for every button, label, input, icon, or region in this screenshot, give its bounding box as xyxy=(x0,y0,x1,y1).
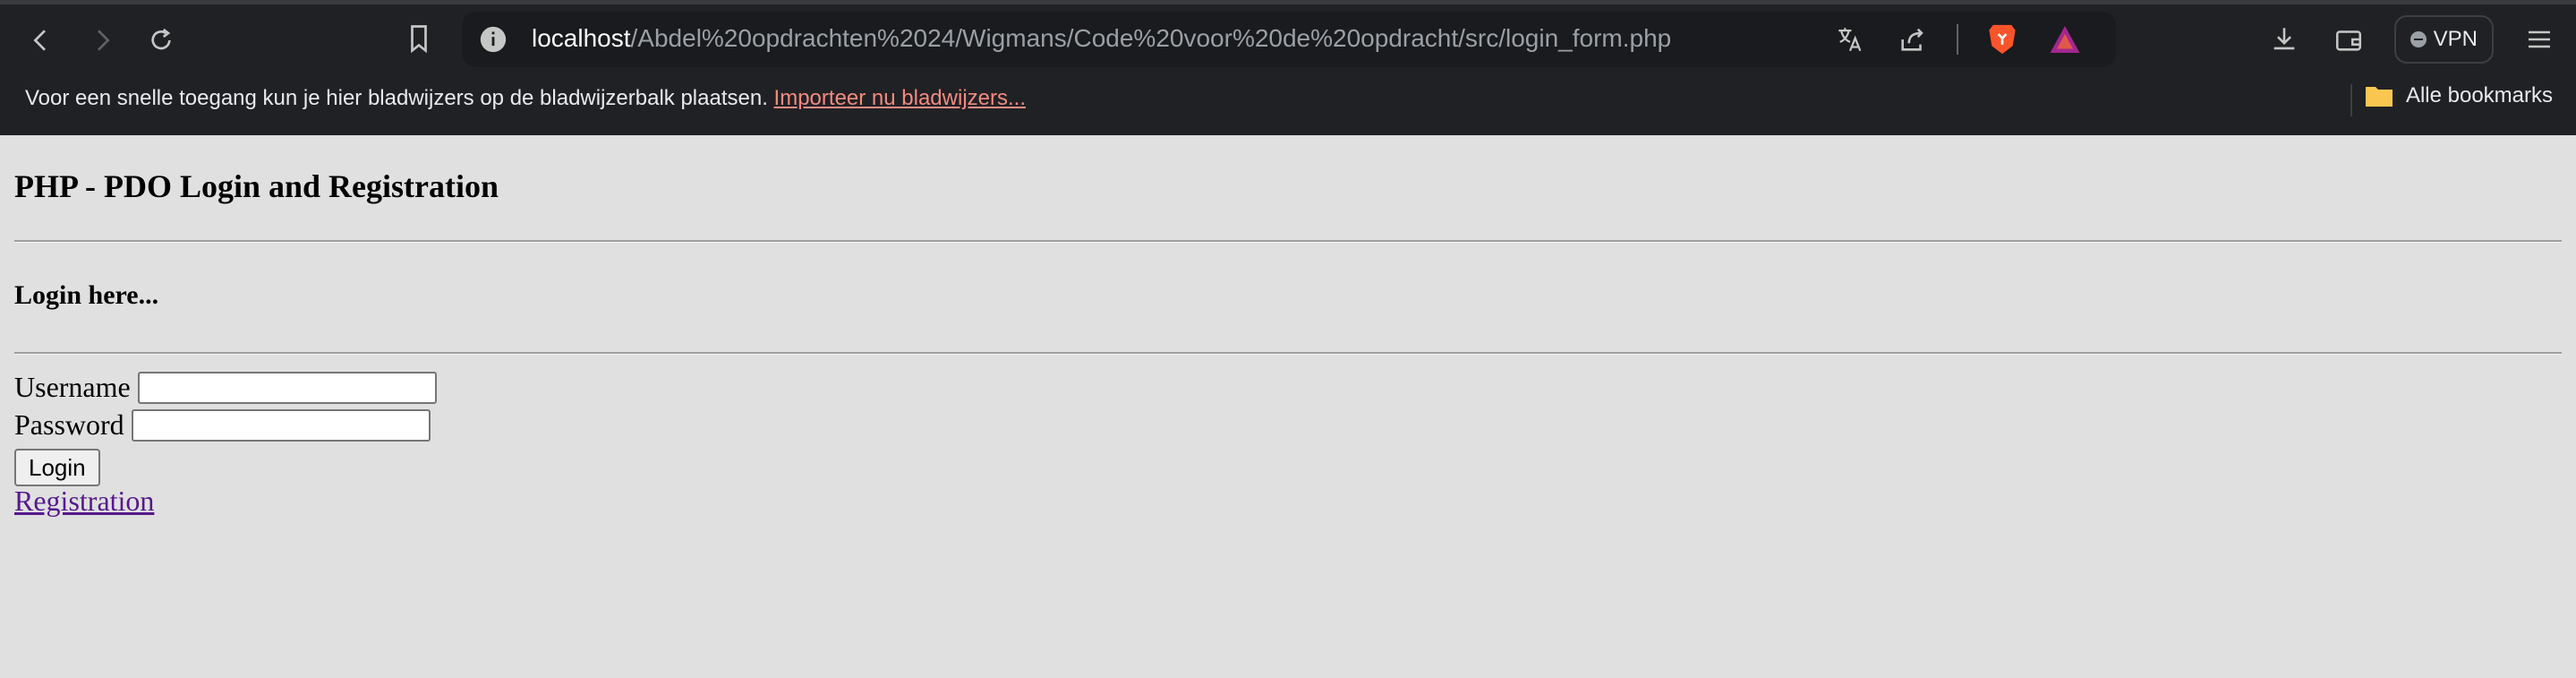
bookmarks-bar-text: Voor een snelle toegang kun je hier blad… xyxy=(25,86,768,110)
bookmarks-bar-message: Voor een snelle toegang kun je hier blad… xyxy=(25,86,1026,111)
main-menu-button[interactable] xyxy=(2521,21,2558,58)
reload-icon xyxy=(151,28,171,50)
all-bookmarks-button[interactable]: Alle bookmarks xyxy=(2365,83,2553,108)
password-row: Password xyxy=(14,408,431,442)
vpn-label: VPN xyxy=(2433,27,2478,51)
download-icon xyxy=(2273,28,2294,50)
bookmarks-divider xyxy=(2350,84,2352,116)
wallet-icon xyxy=(2335,30,2361,51)
share-button[interactable] xyxy=(1894,21,1932,58)
forward-button[interactable] xyxy=(75,13,129,67)
forward-icon xyxy=(98,30,110,51)
translate-icon xyxy=(1838,28,1862,52)
downloads-button[interactable] xyxy=(2265,21,2303,58)
all-bookmarks-label: Alle bookmarks xyxy=(2405,83,2553,107)
back-icon xyxy=(33,30,46,51)
brave-shield-icon xyxy=(1989,24,2016,55)
brave-rewards-button[interactable] xyxy=(2046,21,2084,58)
login-heading: Login here... xyxy=(14,280,159,310)
page-content: PHP - PDO Login and Registration Login h… xyxy=(0,135,2576,678)
info-icon[interactable] xyxy=(478,24,508,55)
menu-icon xyxy=(2529,30,2550,48)
share-icon xyxy=(1901,28,1923,51)
browser-chrome: localhost/Abdel%20opdrachten%2024/Wigman… xyxy=(0,0,2576,135)
reload-button[interactable] xyxy=(134,13,188,67)
toolbar-right: VPN xyxy=(2265,12,2576,67)
registration-link[interactable]: Registration xyxy=(14,485,154,518)
address-bar[interactable]: localhost/Abdel%20opdrachten%2024/Wigman… xyxy=(411,12,2116,67)
brave-rewards-icon xyxy=(2050,26,2080,53)
username-label: Username xyxy=(14,371,131,403)
password-label: Password xyxy=(14,408,124,441)
bookmark-button[interactable] xyxy=(403,22,435,59)
import-bookmarks-link[interactable]: Importeer nu bladwijzers... xyxy=(774,86,1026,110)
url-text[interactable]: localhost/Abdel%20opdrachten%2024/Wigman… xyxy=(532,24,1671,53)
translate-button[interactable] xyxy=(1831,21,1869,58)
wallet-button[interactable] xyxy=(2330,21,2367,58)
window-top-edge xyxy=(0,0,2576,4)
password-input[interactable] xyxy=(131,408,431,442)
brave-shields-button[interactable] xyxy=(1983,21,2021,58)
vpn-status-icon xyxy=(2410,31,2427,47)
bookmark-icon xyxy=(411,25,427,54)
divider xyxy=(1957,24,1958,55)
url-host: localhost xyxy=(532,24,631,52)
page-title: PHP - PDO Login and Registration xyxy=(14,168,499,204)
divider-bottom xyxy=(14,352,2562,355)
username-input[interactable] xyxy=(137,371,437,404)
address-bar-actions xyxy=(1831,21,2084,58)
browser-toolbar: localhost/Abdel%20opdrachten%2024/Wigman… xyxy=(0,9,2576,72)
username-row: Username xyxy=(14,371,437,404)
url-path: /Abdel%20opdrachten%2024/Wigmans/Code%20… xyxy=(630,24,1672,52)
vpn-button[interactable]: VPN xyxy=(2393,15,2494,64)
back-button[interactable] xyxy=(14,13,68,67)
divider-top xyxy=(14,240,2562,243)
folder-icon xyxy=(2365,87,2393,107)
login-button[interactable]: Login xyxy=(14,449,100,486)
